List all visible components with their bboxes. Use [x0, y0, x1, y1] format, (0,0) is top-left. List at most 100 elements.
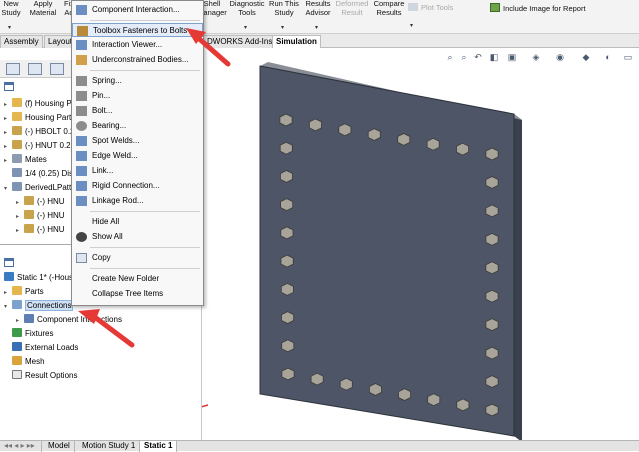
bolt-head[interactable] — [309, 118, 322, 132]
menu-item-spot-welds[interactable]: Spot Welds... — [72, 134, 203, 148]
compare-results-button[interactable]: Compare Results — [372, 0, 406, 17]
expand-icon[interactable]: ▸ — [16, 225, 24, 237]
chevron-down-icon[interactable]: ▾ — [315, 24, 318, 31]
sim-tree-item-connections[interactable]: ▾ Connections — [4, 300, 74, 313]
bolt-head[interactable] — [281, 311, 294, 324]
bolt-head[interactable] — [485, 375, 499, 388]
tree-item[interactable]: ▸ (-) HNU — [16, 224, 65, 236]
bolt-head[interactable] — [456, 142, 470, 156]
tree-item[interactable]: ▸ (-) HNU — [16, 210, 65, 222]
bolt-head[interactable] — [279, 141, 293, 155]
menu-item-interaction-viewer[interactable]: Interaction Viewer... — [72, 38, 203, 52]
tab-simulation[interactable]: Simulation — [272, 35, 321, 48]
collapse-icon[interactable]: ▾ — [4, 301, 12, 313]
expand-icon[interactable]: ▸ — [4, 141, 12, 153]
tab-assembly[interactable]: Assembly — [0, 35, 43, 48]
run-study-button[interactable]: Run This Study — [268, 0, 300, 17]
diagnostic-tools-button[interactable]: Diagnostic Tools — [228, 0, 266, 17]
bolt-head[interactable] — [485, 346, 499, 360]
menu-item-toolbox-fasteners[interactable]: Toolbox Fasteners to Bolts — [72, 23, 203, 37]
menu-item-component-interaction[interactable]: Component Interaction... — [72, 3, 203, 17]
menu-item-spring[interactable]: Spring... — [72, 74, 203, 88]
tree-item[interactable]: 1/4 (0.25) Dis — [4, 168, 73, 180]
panel-splitter[interactable] — [0, 244, 72, 250]
menu-item-hide-all[interactable]: Hide All — [72, 215, 203, 229]
plot-tools-button[interactable]: Plot Tools — [408, 3, 466, 13]
expand-icon[interactable]: ▸ — [16, 197, 24, 209]
bolt-head[interactable] — [280, 226, 294, 240]
assembly-model[interactable] — [202, 48, 639, 440]
menu-item-pin[interactable]: Pin... — [72, 89, 203, 103]
property-manager-icon[interactable] — [28, 63, 42, 75]
bolt-head[interactable] — [338, 123, 352, 137]
tree-item[interactable]: ▾ DerivedLPatt — [4, 182, 71, 194]
deformed-result-button[interactable]: Deformed Result — [335, 0, 369, 17]
menu-item-underconstrained[interactable]: Underconstrained Bodies... — [72, 53, 203, 67]
bolt-head[interactable] — [280, 282, 294, 296]
menu-item-edge-weld[interactable]: Edge Weld... — [72, 149, 203, 163]
bolt-head[interactable] — [426, 137, 440, 151]
bolt-head[interactable] — [280, 198, 294, 212]
bolt-head[interactable] — [485, 204, 499, 218]
results-advisor-button[interactable]: Results Advisor — [303, 0, 333, 17]
bolt-head[interactable] — [485, 232, 499, 246]
chevron-down-icon[interactable]: ▾ — [410, 22, 413, 29]
expand-icon[interactable]: ▸ — [4, 155, 12, 167]
bolt-head[interactable] — [485, 403, 499, 417]
tree-item[interactable]: ▸ Housing Part — [4, 112, 71, 124]
bolt-head[interactable] — [427, 393, 441, 407]
menu-item-bearing[interactable]: Bearing... — [72, 119, 203, 133]
include-image-button[interactable]: Include Image for Report — [490, 3, 630, 14]
tab-static[interactable]: Static 1 — [140, 441, 178, 452]
chevron-down-icon[interactable]: ▾ — [244, 24, 247, 31]
bolt-head[interactable] — [485, 176, 499, 189]
feature-tree-icon[interactable] — [6, 63, 20, 75]
configuration-icon[interactable] — [50, 63, 64, 75]
tree-item[interactable]: ▸ Mates — [4, 154, 47, 166]
bolt-head[interactable] — [368, 383, 382, 396]
bolt-head[interactable] — [367, 128, 381, 141]
sim-tree-item[interactable]: Result Options — [4, 370, 77, 382]
bolt-head[interactable] — [485, 289, 499, 303]
tree-item[interactable]: ▸ (-) HNU — [16, 196, 65, 208]
bolt-head[interactable] — [281, 339, 295, 353]
bolt-head[interactable] — [281, 367, 295, 381]
apply-material-button[interactable]: Apply Material — [28, 0, 58, 17]
tab-addins[interactable]: DWORKS Add-Ins — [203, 35, 277, 48]
sim-tree-item[interactable]: Mesh — [4, 356, 45, 368]
collapse-icon[interactable]: ▾ — [4, 183, 12, 195]
sim-tree-item[interactable]: ▸ Component Interactions — [16, 314, 122, 326]
scroll-arrows[interactable]: ◂◂ ◂ ▸ ▸▸ — [0, 441, 42, 452]
menu-item-collapse-tree[interactable]: Collapse Tree Items — [72, 287, 203, 301]
menu-item-create-folder[interactable]: Create New Folder — [72, 272, 203, 286]
expand-icon[interactable]: ▸ — [4, 127, 12, 139]
tree-item[interactable]: ▸ (-) HBOLT 0.2 — [4, 126, 75, 138]
bolt-head[interactable] — [280, 254, 294, 268]
menu-item-rigid-connection[interactable]: Rigid Connection... — [72, 179, 203, 193]
new-study-button[interactable]: New Study — [0, 0, 22, 17]
expand-icon[interactable]: ▸ — [4, 287, 12, 299]
tree-item[interactable]: ▸ (f) Housing P — [4, 98, 72, 110]
expand-icon[interactable]: ▸ — [4, 99, 12, 111]
tab-model[interactable]: Model — [44, 441, 75, 452]
bolt-head[interactable] — [485, 261, 499, 275]
menu-item-bolt[interactable]: Bolt... — [72, 104, 203, 118]
sim-tree-item[interactable]: External Loads — [4, 342, 78, 354]
bolt-head[interactable] — [485, 147, 499, 161]
menu-item-copy[interactable]: Copy — [72, 251, 203, 265]
tree-item[interactable]: ▸ (-) HNUT 0.2 — [4, 140, 71, 152]
expand-icon[interactable]: ▸ — [16, 315, 24, 327]
sim-tree-item[interactable]: Fixtures — [4, 328, 53, 340]
menu-item-linkage-rod[interactable]: Linkage Rod... — [72, 194, 203, 208]
bolt-head[interactable] — [279, 113, 293, 127]
filter-icon[interactable] — [4, 258, 14, 267]
bolt-head[interactable] — [280, 170, 293, 183]
expand-icon[interactable]: ▸ — [4, 113, 12, 125]
chevron-down-icon[interactable]: ▾ — [8, 24, 11, 31]
bolt-head[interactable] — [456, 398, 470, 412]
graphics-viewport[interactable]: ⌕ ⌕ ↶ ◧ ▣ ◈ ◉ ◆ ◐ ▭ — [202, 48, 639, 440]
menu-item-show-all[interactable]: Show All — [72, 230, 203, 244]
bolt-head[interactable] — [398, 388, 412, 401]
chevron-down-icon[interactable]: ▾ — [281, 24, 284, 31]
bolt-head[interactable] — [485, 318, 499, 332]
